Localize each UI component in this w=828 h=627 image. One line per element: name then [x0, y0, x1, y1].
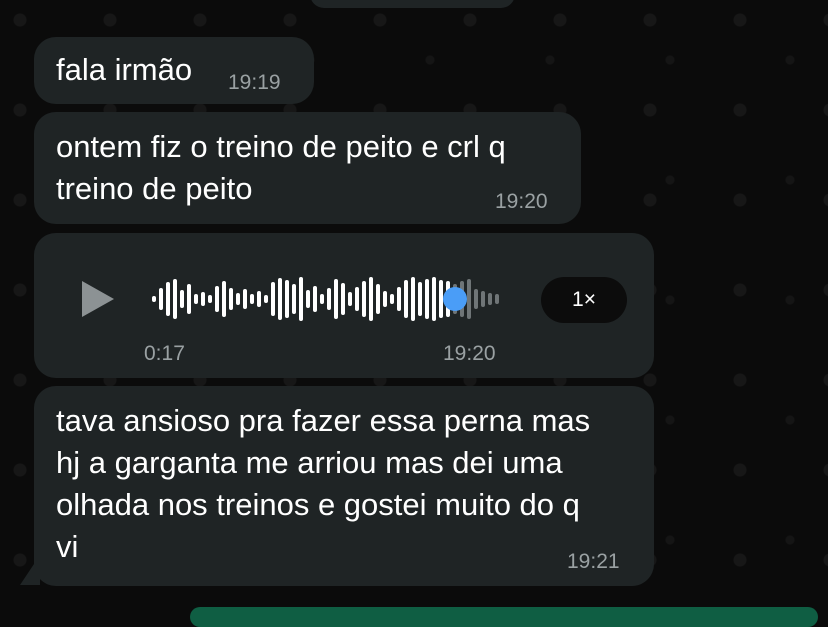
waveform-bar	[313, 286, 317, 312]
waveform-bar	[341, 283, 345, 315]
waveform-bar	[208, 295, 212, 303]
waveform-bar	[320, 294, 324, 304]
waveform-bar	[327, 288, 331, 310]
waveform-bar	[222, 281, 226, 317]
waveform-bar	[173, 279, 177, 319]
waveform-bar	[215, 286, 219, 312]
waveform-bar	[264, 295, 268, 303]
playback-position-dot[interactable]	[443, 287, 467, 311]
waveform-bar	[187, 284, 191, 314]
waveform-bar	[299, 277, 303, 321]
message-time: 19:19	[228, 71, 281, 94]
previous-message-bubble	[310, 0, 515, 8]
waveform-bar	[481, 291, 485, 307]
waveform-bar	[194, 294, 198, 304]
waveform-bar	[390, 294, 394, 304]
waveform-bar	[432, 277, 436, 321]
message-bubble[interactable]: tava ansioso pra fazer essa perna mas hj…	[34, 386, 654, 586]
message-text: ontem fiz o treino de peito e crl q trei…	[56, 129, 506, 206]
play-icon[interactable]	[82, 281, 114, 317]
next-outgoing-bubble	[190, 607, 818, 627]
voice-waveform[interactable]	[152, 271, 502, 327]
message-time: 19:20	[495, 190, 548, 213]
waveform-bar	[404, 280, 408, 318]
waveform-bar	[369, 277, 373, 321]
message-text: fala irmão	[56, 52, 193, 87]
waveform-bar	[250, 294, 254, 304]
waveform-bar	[488, 293, 492, 305]
voice-message-bubble[interactable]: 1× 0:17 19:20	[34, 233, 654, 378]
waveform-bar	[348, 292, 352, 306]
waveform-bar	[243, 289, 247, 309]
waveform-bar	[152, 296, 156, 302]
waveform-bar	[376, 284, 380, 314]
voice-duration: 0:17	[144, 342, 185, 365]
waveform-bar	[306, 290, 310, 308]
playback-speed-button[interactable]: 1×	[541, 277, 627, 323]
waveform-bar	[166, 282, 170, 316]
waveform-bar	[257, 291, 261, 307]
waveform-bar	[355, 287, 359, 311]
waveform-bar	[397, 287, 401, 311]
waveform-bar	[271, 282, 275, 316]
waveform-bar	[229, 288, 233, 310]
waveform-bar	[180, 290, 184, 308]
waveform-bar	[425, 279, 429, 319]
waveform-bar	[236, 293, 240, 305]
waveform-bar	[495, 294, 499, 304]
waveform-bar	[278, 278, 282, 320]
waveform-bar	[411, 277, 415, 321]
message-text: tava ansioso pra fazer essa perna mas hj…	[56, 403, 591, 564]
message-bubble[interactable]: fala irmão 19:19	[34, 37, 314, 104]
bubble-tail	[20, 555, 40, 585]
message-time: 19:20	[443, 342, 496, 365]
waveform-bar	[467, 279, 471, 319]
waveform-bar	[383, 291, 387, 307]
waveform-bar	[292, 284, 296, 314]
waveform-bar	[474, 289, 478, 309]
waveform-bar	[334, 279, 338, 319]
message-bubble[interactable]: ontem fiz o treino de peito e crl q trei…	[34, 112, 581, 224]
waveform-bar	[362, 281, 366, 317]
waveform-bar	[285, 280, 289, 318]
message-time: 19:21	[567, 550, 620, 573]
waveform-bar	[418, 282, 422, 316]
waveform-bar	[201, 292, 205, 306]
waveform-bar	[159, 288, 163, 310]
